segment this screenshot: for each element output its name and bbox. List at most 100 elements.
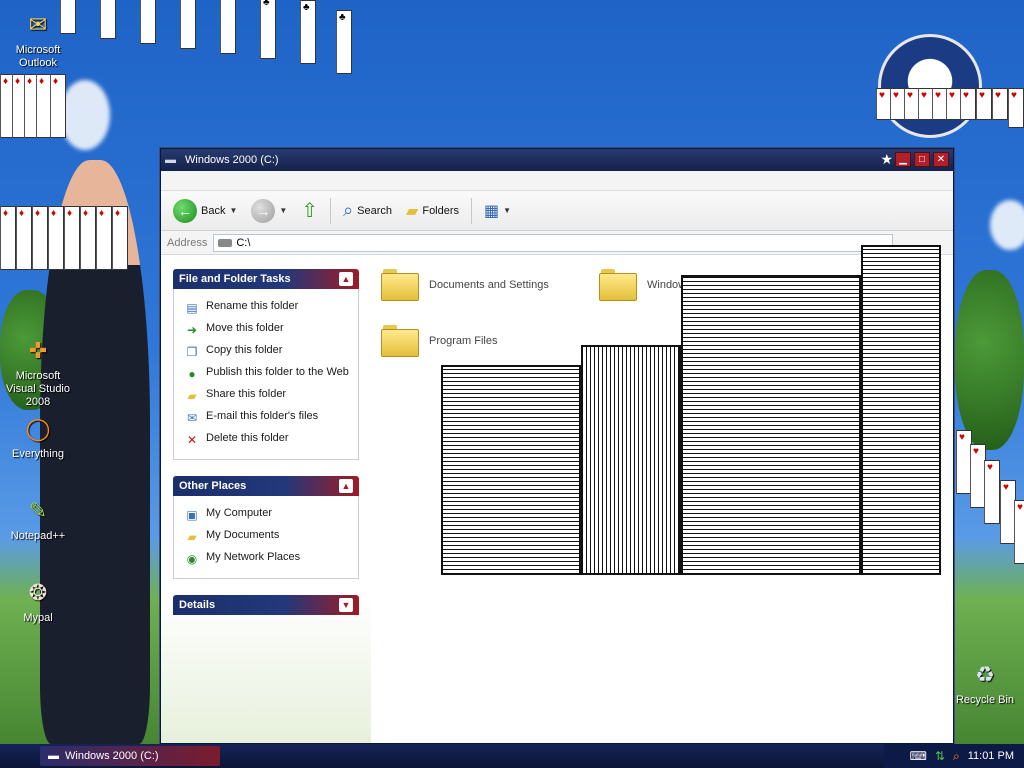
notepadpp-icon: ✎	[28, 497, 48, 523]
menu-bar[interactable]	[161, 171, 953, 191]
task-move-folder[interactable]: ➜ Move this folder	[184, 319, 352, 341]
task-publish-web[interactable]: ● Publish this folder to the Web	[184, 363, 352, 385]
email-icon: ✉	[186, 411, 198, 425]
desktop-icon-outlook[interactable]: ✉ Microsoft Outlook	[0, 8, 76, 70]
cloud-decoration	[60, 80, 110, 150]
folder-icon	[381, 325, 419, 357]
panel-header[interactable]: Details ▼	[173, 595, 359, 615]
mypal-icon: ❂	[28, 579, 48, 605]
task-label: Rename this folder	[206, 300, 299, 312]
file-folder-tasks-panel: File and Folder Tasks ▲ ▤ Rename this fo…	[173, 269, 359, 460]
folder-item[interactable]: Windows	[599, 269, 692, 301]
folders-icon: ▰	[406, 202, 419, 220]
task-label: Share this folder	[206, 388, 287, 400]
place-label: My Network Places	[206, 551, 301, 563]
views-button[interactable]: ▦ ▼	[480, 199, 515, 223]
folders-button[interactable]: ▰ Folders	[402, 199, 463, 223]
desktop-icon-recycle-bin[interactable]: ♻ Recycle Bin	[946, 658, 1024, 707]
task-label: Delete this folder	[206, 432, 289, 444]
task-label: Copy this folder	[206, 344, 283, 356]
place-my-network[interactable]: ◉ My Network Places	[184, 548, 352, 570]
address-bar: Address C:\	[161, 231, 953, 255]
folder-icon	[599, 269, 637, 301]
folder-item[interactable]: Documents and Settings	[381, 269, 549, 301]
star-icon: ★	[880, 151, 893, 167]
desktop-icon-label: Mypal	[23, 612, 53, 624]
back-arrow-icon: ←	[173, 198, 197, 223]
search-button[interactable]: ⌕ Search	[339, 198, 396, 223]
panel-body: ▤ Rename this folder ➜ Move this folder …	[173, 289, 359, 460]
place-my-documents[interactable]: ▰ My Documents	[184, 526, 352, 548]
maximize-button[interactable]: □	[914, 152, 930, 167]
place-label: My Documents	[206, 529, 280, 541]
outlook-icon: ✉	[28, 11, 48, 37]
toolbar-separator	[471, 197, 473, 224]
views-icon: ▦	[484, 202, 500, 220]
taskbar-window-label: Windows 2000 (C:)	[65, 750, 159, 762]
drive-icon: ▬	[165, 154, 176, 166]
delete-icon: ✕	[186, 433, 198, 447]
place-my-computer[interactable]: ▣ My Computer	[184, 504, 352, 526]
task-label: Publish this folder to the Web	[206, 366, 349, 378]
search-icon: ⌕	[343, 200, 354, 220]
desktop-icon-mypal[interactable]: ❂ Mypal	[0, 576, 76, 625]
task-delete-folder[interactable]: ✕ Delete this folder	[184, 429, 352, 451]
search-tray-icon[interactable]: ⌕	[953, 749, 960, 764]
folder-item[interactable]: Program Files	[381, 325, 497, 357]
folder-content-area[interactable]: Documents and Settings Windows Program F…	[371, 245, 953, 743]
panel-title: Details	[179, 599, 216, 611]
share-icon: ▰	[187, 389, 197, 403]
window-body: File and Folder Tasks ▲ ▤ Rename this fo…	[161, 245, 953, 743]
up-folder-button[interactable]: ⇧	[297, 196, 322, 225]
place-label: My Computer	[206, 507, 273, 519]
desktop-icon-visual-studio[interactable]: ✜ Microsoft Visual Studio 2008	[0, 334, 76, 409]
drive-icon: ▬	[48, 750, 59, 762]
back-button[interactable]: ← Back ▼	[169, 197, 241, 225]
campaign-logo	[878, 34, 982, 138]
address-value: C:\	[236, 236, 251, 249]
address-field[interactable]: C:\	[213, 233, 893, 252]
folder-name: Documents and Settings	[429, 279, 549, 291]
copy-icon: ❐	[186, 345, 198, 359]
network-icon: ◉	[186, 552, 198, 566]
keyboard-icon[interactable]: ⌨	[910, 749, 927, 763]
panel-header[interactable]: File and Folder Tasks ▲	[173, 269, 359, 289]
minimize-button[interactable]: ▁	[895, 152, 911, 167]
task-share-folder[interactable]: ▰ Share this folder	[184, 385, 352, 407]
toolbar-separator	[330, 197, 332, 224]
task-rename-folder[interactable]: ▤ Rename this folder	[184, 297, 352, 319]
window-titlebar[interactable]: ▬ Windows 2000 (C:) ★ ▁ □ ✕	[161, 149, 953, 171]
desktop-icon-notepadpp[interactable]: ✎ Notepad++	[0, 494, 76, 543]
rename-icon: ▤	[186, 301, 198, 315]
window-title: Windows 2000 (C:)	[185, 154, 279, 166]
move-icon: ➜	[186, 323, 198, 337]
panel-title: Other Places	[179, 480, 247, 492]
panel-header[interactable]: Other Places ▲	[173, 476, 359, 496]
collapse-chevron-icon[interactable]: ▲	[339, 272, 353, 286]
task-email-files[interactable]: ✉ E-mail this folder's files	[184, 407, 352, 429]
panel-body: ▣ My Computer ▰ My Documents ◉ My Networ…	[173, 496, 359, 579]
drive-icon	[218, 238, 233, 247]
chevron-down-icon: ▼	[279, 206, 288, 215]
taskbar-window-button[interactable]: ▬ Windows 2000 (C:)	[40, 746, 220, 766]
network-tray-icon[interactable]: ⇅	[935, 749, 945, 763]
search-label: Search	[357, 204, 393, 217]
close-button[interactable]: ✕	[933, 152, 949, 167]
folder-icon	[381, 269, 419, 301]
back-label: Back	[201, 204, 226, 217]
task-copy-folder[interactable]: ❐ Copy this folder	[184, 341, 352, 363]
visual-studio-icon: ✜	[28, 337, 48, 363]
explorer-window: ▬ Windows 2000 (C:) ★ ▁ □ ✕ ← Back ▼ → ▼…	[160, 148, 954, 744]
collapse-chevron-icon[interactable]: ▲	[339, 479, 353, 493]
forward-arrow-icon: →	[251, 198, 276, 223]
expand-chevron-icon[interactable]: ▼	[339, 598, 353, 612]
desktop-icon-everything[interactable]: ◯ Everything	[0, 412, 76, 461]
forward-button[interactable]: → ▼	[247, 197, 291, 225]
desktop-icon-label: Microsoft Visual Studio 2008	[5, 370, 70, 408]
task-label: Move this folder	[206, 322, 284, 334]
everything-search-icon: ◯	[25, 415, 51, 441]
chevron-down-icon: ▼	[229, 206, 238, 215]
toolbar: ← Back ▼ → ▼ ⇧ ⌕ Search ▰ Folders ▦ ▼	[161, 191, 953, 231]
clock[interactable]: 11:01 PM	[968, 750, 1014, 762]
details-panel: Details ▼	[173, 595, 359, 615]
